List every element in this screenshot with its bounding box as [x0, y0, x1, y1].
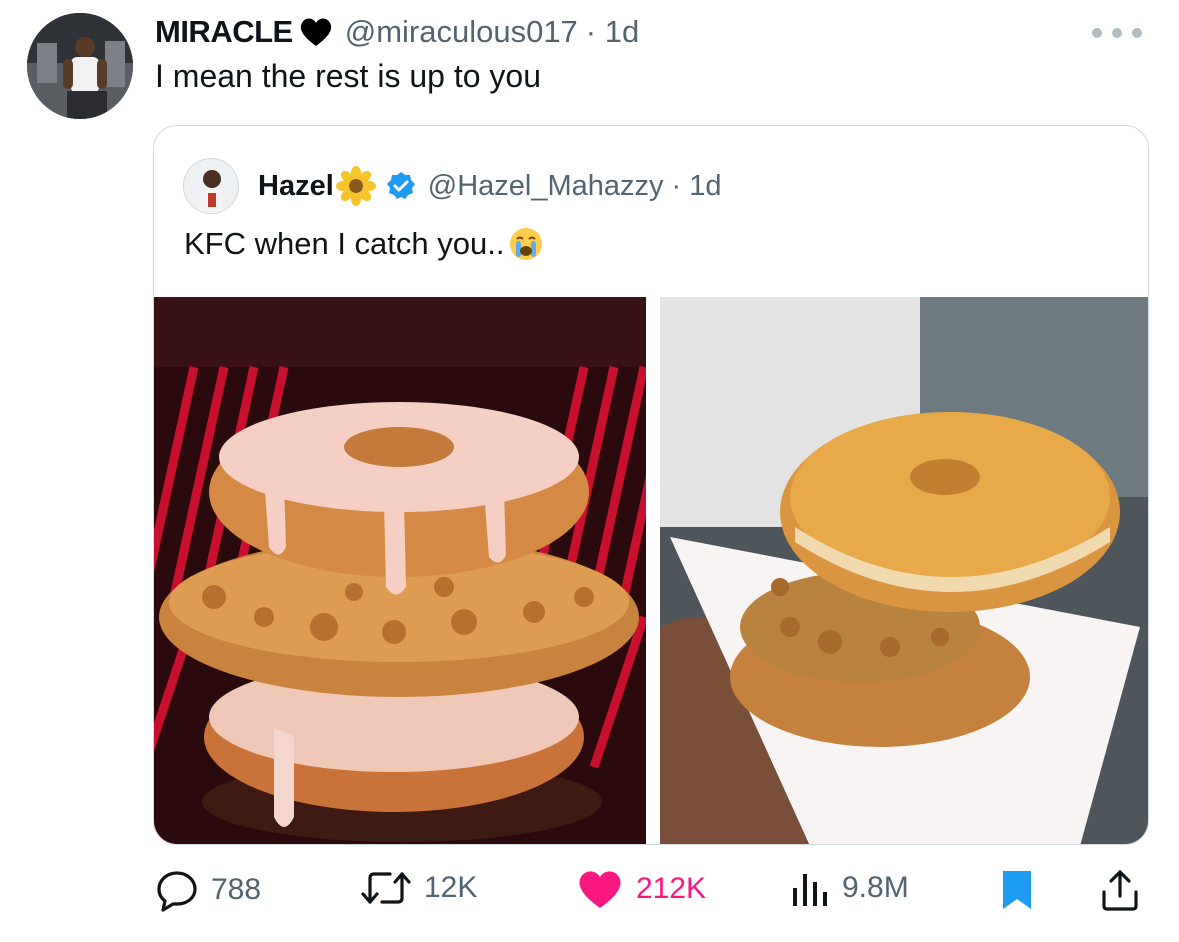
- verified-icon: [386, 172, 415, 199]
- quoted-text: KFC when I catch you..: [184, 226, 505, 261]
- real-image[interactable]: [660, 297, 1148, 844]
- flower-icon: [335, 166, 376, 206]
- quoted-time[interactable]: · 1d: [672, 170, 722, 203]
- action-bar: 788 12K 212K 9.8M: [0, 850, 1179, 930]
- share-icon: [1102, 870, 1138, 911]
- promo-image[interactable]: [154, 297, 646, 844]
- bookmark-icon: [1003, 871, 1031, 909]
- author-name[interactable]: MIRACLE: [155, 14, 293, 50]
- more-icon[interactable]: [1090, 26, 1144, 40]
- like-count: 212K: [636, 872, 707, 905]
- author-avatar[interactable]: [27, 13, 133, 119]
- views-icon: [793, 874, 827, 906]
- quoted-author-avatar[interactable]: [183, 158, 239, 214]
- black-heart-icon: [300, 18, 331, 46]
- share-button[interactable]: [1100, 868, 1140, 912]
- tweet-time[interactable]: · 1d: [586, 14, 639, 50]
- author-handle[interactable]: @miraculous017: [345, 14, 578, 50]
- reply-icon: [157, 871, 197, 912]
- quoted-header: Hazel @Hazel_Mahazzy · 1d: [258, 164, 722, 208]
- tweet-text: I mean the rest is up to you: [155, 58, 541, 94]
- retweet-count: 12K: [424, 871, 478, 904]
- views-count: 9.8M: [842, 871, 909, 904]
- tweet-header: MIRACLE @miraculous017 · 1d: [155, 10, 639, 54]
- quoted-author-handle[interactable]: @Hazel_Mahazzy: [428, 170, 664, 203]
- crying-face-icon: [510, 228, 543, 260]
- reply-count: 788: [211, 873, 262, 906]
- views-button[interactable]: 9.8M: [790, 868, 909, 908]
- reply-button[interactable]: 788: [155, 868, 261, 912]
- quoted-text-row: KFC when I catch you..: [184, 226, 544, 262]
- quoted-tweet[interactable]: Hazel @Hazel_Mahazzy · 1d KFC when I cat…: [153, 125, 1149, 845]
- bookmark-button[interactable]: [1000, 868, 1034, 912]
- like-button[interactable]: 212K: [576, 868, 706, 910]
- like-icon: [579, 871, 621, 908]
- quoted-author-name[interactable]: Hazel: [258, 170, 334, 203]
- retweet-icon: [361, 872, 411, 904]
- retweet-button[interactable]: 12K: [360, 868, 477, 908]
